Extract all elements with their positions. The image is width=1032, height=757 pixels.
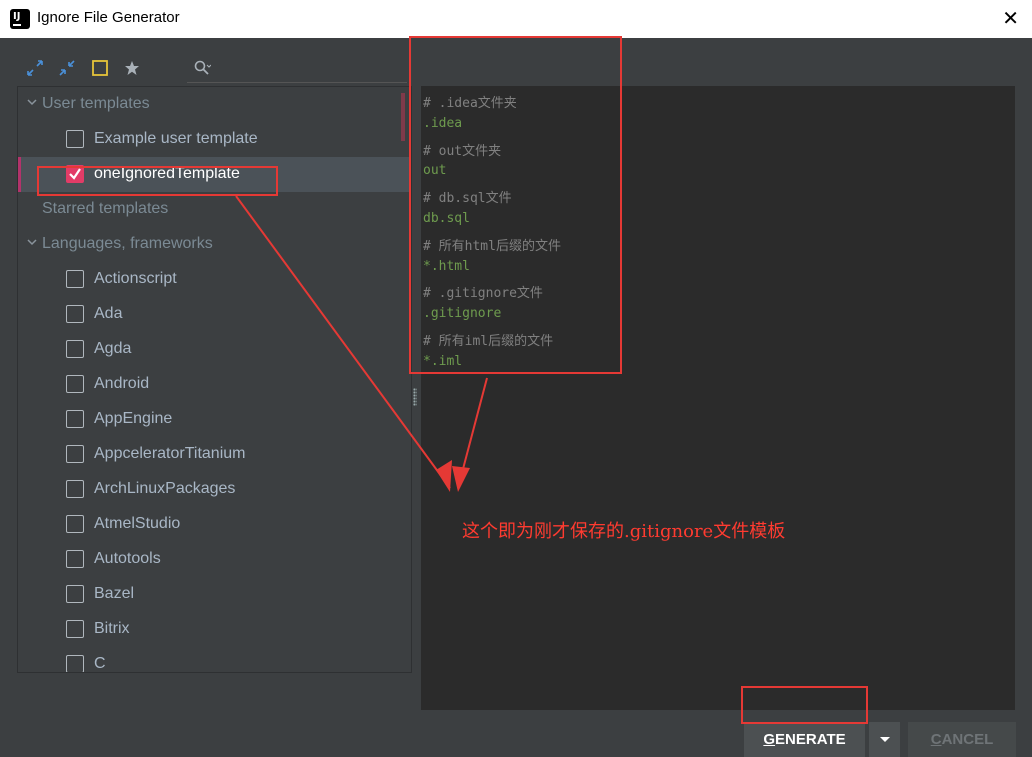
tree-item[interactable]: Autotools: [18, 542, 411, 577]
annotation-note: 这个即为刚才保存的.gitignore文件模板: [462, 521, 786, 542]
checkbox[interactable]: [66, 270, 84, 288]
search-input[interactable]: [187, 82, 407, 83]
tree-item-label: Agda: [94, 340, 132, 357]
generate-button[interactable]: GENERATE: [744, 722, 865, 757]
tree-item[interactable]: AppceleratorTitanium: [18, 437, 411, 472]
annotation-box-generate: [741, 686, 868, 724]
generate-options-button[interactable]: [869, 722, 900, 757]
tree-item-label: Bazel: [94, 585, 135, 602]
tree-item[interactable]: C: [18, 647, 411, 672]
tree-item-label: Starred templates: [42, 200, 169, 217]
intellij-idea-icon: IJ: [10, 9, 30, 29]
tree-item[interactable]: Bitrix: [18, 612, 411, 647]
checkbox[interactable]: [66, 130, 84, 148]
cancel-button[interactable]: CANCEL: [908, 722, 1016, 757]
tree-item[interactable]: AtmelStudio: [18, 507, 411, 542]
select-icon[interactable]: [91, 59, 109, 77]
chevron-down-icon[interactable]: [27, 237, 37, 247]
tree-group[interactable]: User templates: [18, 87, 411, 122]
tree-group[interactable]: Starred templates: [18, 192, 411, 227]
tree-item[interactable]: Example user template: [18, 122, 411, 157]
tree-item-label: Android: [94, 375, 150, 392]
chevron-down-icon[interactable]: [27, 97, 37, 107]
tree-item[interactable]: Ada: [18, 297, 411, 332]
checkbox[interactable]: [66, 340, 84, 358]
tree-item-label: ArchLinuxPackages: [94, 480, 236, 497]
close-icon[interactable]: ✕: [1002, 6, 1019, 30]
star-icon[interactable]: [123, 59, 141, 77]
tree-item-label: Ada: [94, 305, 123, 322]
tree-item-label: Autotools: [94, 550, 161, 567]
tree-item[interactable]: ArchLinuxPackages: [18, 472, 411, 507]
checkbox[interactable]: [66, 305, 84, 323]
title-bar: IJ Ignore File Generator ✕: [0, 0, 1032, 38]
tree-item[interactable]: Actionscript: [18, 262, 411, 297]
search-icon[interactable]: [193, 59, 211, 77]
scrollbar[interactable]: [401, 93, 405, 141]
tree-item-label: Bitrix: [94, 620, 130, 637]
expand-all-icon[interactable]: [26, 59, 44, 77]
checkbox[interactable]: [66, 585, 84, 603]
annotation-box-template: [37, 166, 278, 196]
tree-item[interactable]: Bazel: [18, 577, 411, 612]
chevron-down-icon: [879, 737, 890, 742]
checkbox[interactable]: [66, 655, 84, 672]
checkbox[interactable]: [66, 375, 84, 393]
checkbox[interactable]: [66, 480, 84, 498]
checkbox[interactable]: [66, 620, 84, 638]
checkbox[interactable]: [66, 515, 84, 533]
tree-item[interactable]: Agda: [18, 332, 411, 367]
tree-item-label: User templates: [42, 95, 150, 112]
collapse-all-icon[interactable]: [58, 59, 76, 77]
tree-item-label: AppceleratorTitanium: [94, 445, 246, 462]
window-title: Ignore File Generator: [37, 9, 180, 26]
tree-item-label: AppEngine: [94, 410, 173, 427]
tree-item-label: Actionscript: [94, 270, 177, 287]
checkbox[interactable]: [66, 445, 84, 463]
checkbox[interactable]: [66, 410, 84, 428]
tree-group[interactable]: Languages, frameworks: [18, 227, 411, 262]
annotation-box-preview: [409, 36, 622, 374]
tree-item[interactable]: AppEngine: [18, 402, 411, 437]
tree-item-label: Languages, frameworks: [42, 235, 213, 252]
resize-grip-icon[interactable]: [413, 388, 417, 406]
tree-item-label: Example user template: [94, 130, 258, 147]
tree-item-label: C: [94, 655, 106, 672]
checkbox[interactable]: [66, 550, 84, 568]
tree-item-label: AtmelStudio: [94, 515, 181, 532]
tree-item[interactable]: Android: [18, 367, 411, 402]
